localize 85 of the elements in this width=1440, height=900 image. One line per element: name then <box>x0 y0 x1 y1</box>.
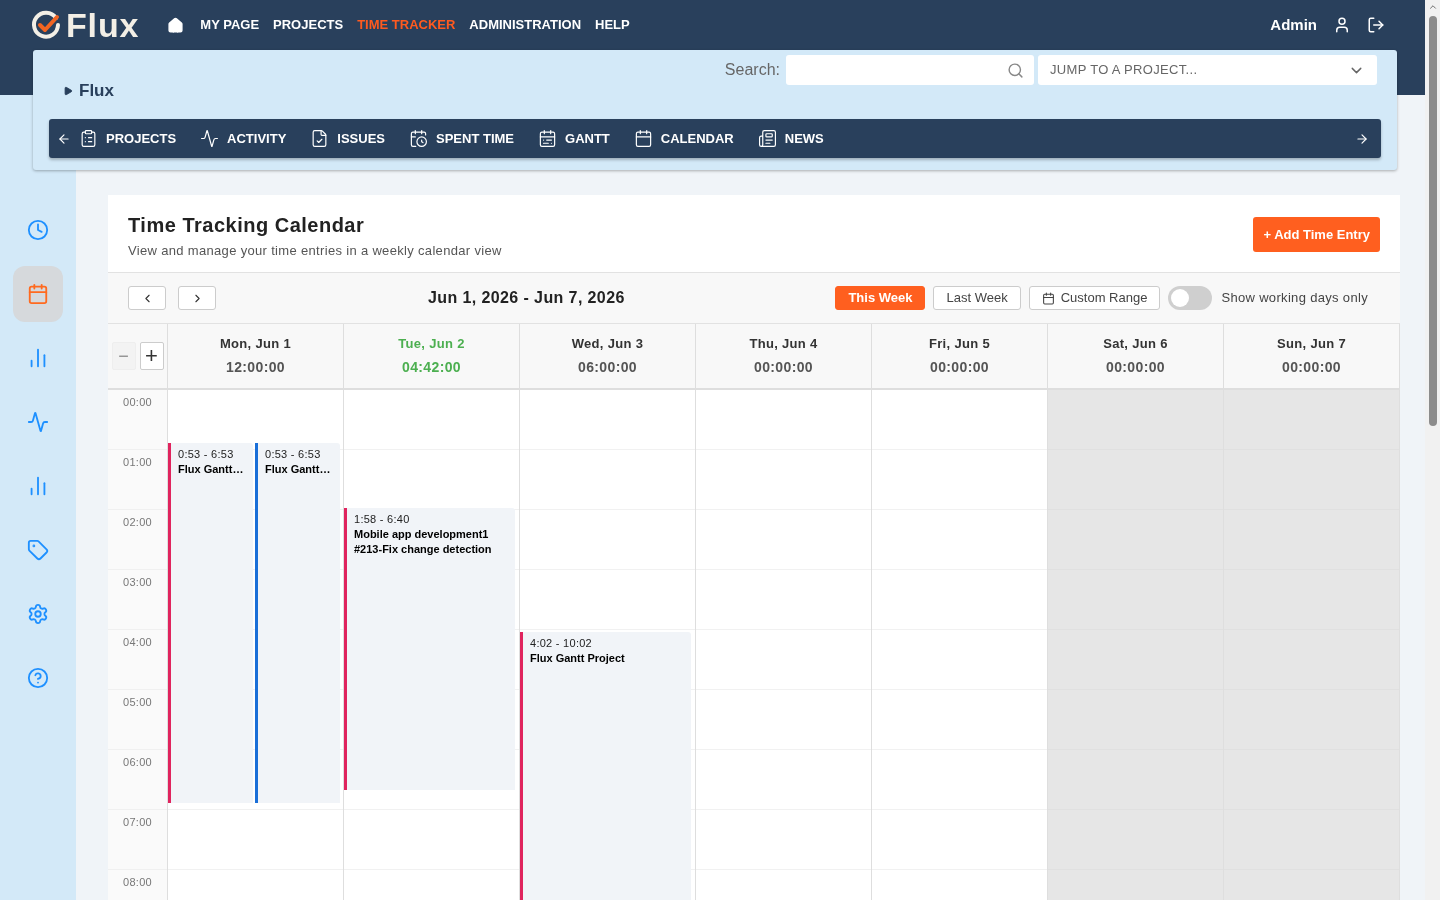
nav-link[interactable]: HELP <box>595 15 630 35</box>
range-filter-button[interactable]: Last Week <box>933 286 1021 310</box>
nav-link[interactable]: ADMINISTRATION <box>469 15 582 35</box>
entry-time: 0:53 - 6:53 <box>178 447 235 462</box>
page-subtitle: View and manage your time entries in a weekly calendar view <box>128 242 502 260</box>
pulse-icon <box>200 129 220 148</box>
project-menu-link[interactable]: NEWS <box>757 128 824 149</box>
next-week-button[interactable] <box>178 286 216 310</box>
zoom-in-button[interactable]: + <box>139 342 164 370</box>
hour-label: 00:00 <box>123 395 152 408</box>
date-range: Jun 1, 2026 - Jun 7, 2026 <box>428 288 625 308</box>
check-circle-icon <box>30 9 62 41</box>
newspaper-icon <box>757 129 777 148</box>
hour-label: 05:00 <box>123 695 152 708</box>
day-label: Sun, Jun 7 <box>1277 334 1346 353</box>
hour-label: 01:00 <box>123 455 152 468</box>
calendar-clock-icon <box>409 129 428 148</box>
pulse-icon <box>27 411 49 433</box>
search-field[interactable] <box>786 55 1034 85</box>
day-total: 06:00:00 <box>578 358 637 378</box>
day-total: 00:00:00 <box>754 358 813 378</box>
entry-title: Flux Gantt Project <box>530 651 626 666</box>
search-icon <box>1007 61 1024 79</box>
settings-icon <box>27 603 49 625</box>
time-entry[interactable]: 4:02 - 10:02 Flux Gantt Project <box>520 632 691 900</box>
day-total: 00:00:00 <box>930 358 989 378</box>
project-menu-link[interactable]: CALENDAR <box>633 128 734 149</box>
calendar-icon <box>27 283 49 305</box>
scroll-up-icon[interactable] <box>1427 2 1438 12</box>
entry-time: 1:58 - 6:40 <box>354 512 411 527</box>
breadcrumb-link[interactable]: Flux <box>79 78 114 104</box>
day-label: Wed, Jun 3 <box>571 334 644 353</box>
scrollbar[interactable] <box>1425 0 1440 900</box>
calendar-icon <box>633 129 653 148</box>
entry-title: Flux Gantt… <box>265 462 332 477</box>
home-icon[interactable] <box>167 16 185 34</box>
day-label: Tue, Jun 2 <box>398 334 465 353</box>
time-entry[interactable]: 0:53 - 6:53 Flux Gantt… <box>255 443 340 803</box>
hour-label: 02:00 <box>123 515 152 528</box>
time-entry[interactable]: 1:58 - 6:40 Mobile app development1 #213-Fix change detection <box>344 508 515 790</box>
user-name[interactable]: Admin <box>1270 13 1317 37</box>
project-menu-link[interactable]: ACTIVITY <box>200 128 287 149</box>
project-menu-link[interactable]: ISSUES <box>310 128 385 149</box>
day-label: Thu, Jun 4 <box>749 334 818 353</box>
brand-logo[interactable]: Flux <box>66 8 140 42</box>
time-entry[interactable]: 0:53 - 6:53 Flux Gantt… <box>168 443 253 803</box>
project-menu-link[interactable]: SPENT TIME <box>409 128 514 149</box>
toggle-label: Show working days only <box>1221 289 1368 308</box>
entry-time: 4:02 - 10:02 <box>530 636 593 651</box>
logout-icon[interactable] <box>1367 16 1385 34</box>
day-total: 00:00:00 <box>1106 358 1165 378</box>
calendar-list-icon <box>538 129 557 148</box>
day-label: Mon, Jun 1 <box>219 334 292 353</box>
hour-label: 06:00 <box>123 755 152 768</box>
toggle-switch[interactable] <box>1168 286 1213 310</box>
tag-icon <box>27 539 49 561</box>
scrollbar-thumb[interactable] <box>1428 16 1437 426</box>
page-title: Time Tracking Calendar <box>128 213 366 237</box>
nav-link[interactable]: PROJECTS <box>273 15 344 35</box>
range-filter-button[interactable]: Custom Range <box>1028 286 1161 310</box>
search-label: Search: <box>724 60 780 80</box>
project-menu-link[interactable]: PROJECTS <box>79 128 177 149</box>
hour-label: 04:00 <box>123 635 152 648</box>
sidebar-item[interactable] <box>13 266 63 322</box>
day-label: Fri, Jun 5 <box>928 334 990 353</box>
hour-label: 03:00 <box>123 575 152 588</box>
hour-label: 08:00 <box>123 875 152 888</box>
nav-link[interactable]: MY PAGE <box>200 15 260 35</box>
hour-label: 07:00 <box>123 815 152 828</box>
help-icon <box>27 667 49 689</box>
day-total: 04:42:00 <box>402 358 461 378</box>
day-total: 12:00:00 <box>226 358 285 378</box>
user-icon[interactable] <box>1333 16 1351 34</box>
entry-title: Flux Gantt… <box>178 462 245 477</box>
entry-title: Mobile app development1 #213-Fix change detection <box>354 527 493 557</box>
caret-right-icon[interactable] <box>63 84 73 97</box>
project-jump-dropdown[interactable]: JUMP TO A PROJECT... <box>1038 55 1377 85</box>
entry-time: 0:53 - 6:53 <box>265 447 322 462</box>
day-total: 00:00:00 <box>1282 358 1341 378</box>
clock-icon <box>27 219 49 241</box>
previous-week-button[interactable] <box>128 286 166 310</box>
day-label: Sat, Jun 6 <box>1103 334 1168 353</box>
calendar-icon <box>1041 291 1055 305</box>
project-menu-link[interactable]: GANTT <box>538 128 610 149</box>
clipboard-icon <box>79 129 98 148</box>
